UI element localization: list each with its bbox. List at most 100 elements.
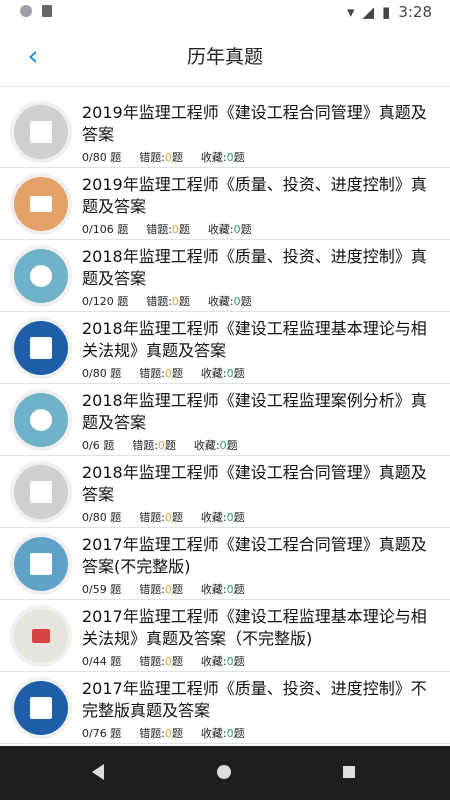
wrong-count: 错题:0题 bbox=[139, 655, 183, 668]
list-item-meta: 0/80 题错题:0题 收藏:0题 bbox=[82, 365, 263, 381]
nav-home-icon[interactable] bbox=[217, 765, 231, 779]
favorite-unit: 题 bbox=[233, 727, 245, 740]
list-item-title: 2017年监理工程师《建设工程监理基本理论与相关法规》真题及答案（不完整版) bbox=[82, 607, 427, 648]
wrong-unit: 题 bbox=[171, 151, 183, 164]
list-item-title: 2017年监理工程师《建设工程合同管理》真题及答案(不完整版) bbox=[82, 535, 427, 576]
favorite-value: 0 bbox=[233, 295, 241, 308]
icon-circle bbox=[14, 393, 68, 447]
favorite-unit: 题 bbox=[226, 439, 238, 452]
list-item-text: 2019年监理工程师《建设工程合同管理》真题及答案 bbox=[82, 102, 438, 146]
question-count: 0/76 题 bbox=[82, 727, 122, 740]
wrong-value: 0 bbox=[157, 439, 165, 452]
list-item-text: 2019年监理工程师《质量、投资、进度控制》真题及答案 bbox=[82, 174, 438, 218]
question-count: 0/120 题 bbox=[82, 295, 129, 308]
doc-icon bbox=[10, 101, 72, 163]
doc-icon bbox=[10, 461, 72, 523]
icon-glyph bbox=[32, 629, 50, 643]
icon-circle bbox=[14, 249, 68, 303]
wrong-count: 错题:0题 bbox=[139, 583, 183, 596]
list-item[interactable]: 2018年监理工程师《质量、投资、进度控制》真题及答案 0/120 题 错题: 0题收… bbox=[0, 240, 450, 312]
icon-glyph bbox=[30, 481, 52, 503]
list-item-title: 2018年监理工程师《建设工程合同管理》真题及答案 bbox=[82, 463, 427, 504]
icon-circle bbox=[14, 465, 68, 519]
wrong-value: 0 bbox=[164, 511, 172, 524]
list-item-meta: 0/59 题 错题:0题 收藏:0 题 bbox=[82, 581, 263, 597]
favorite-label: 收藏: bbox=[207, 295, 234, 308]
wrong-label: 错题: bbox=[146, 295, 172, 308]
edit-icon bbox=[10, 317, 72, 379]
eye-icon bbox=[10, 245, 72, 307]
list-item[interactable]: 2017年监理工程师《质量、投资、进度控制》不完整版真题及答案 0/76 题 错题:… bbox=[0, 672, 450, 744]
app-header: ‹ 历年真题 bbox=[0, 26, 450, 87]
favorite-label: 收藏: bbox=[200, 511, 227, 524]
list-item-meta: 0/120 题错题:0题 收藏:0题 bbox=[82, 293, 270, 309]
wrong-label: 错题: bbox=[139, 367, 165, 380]
exam-list: 2019年监理工程师《建设工程合同管理》真题及答案 0/80 题错题:0题 收藏:0… bbox=[0, 96, 450, 744]
favorite-unit: 题 bbox=[240, 295, 252, 308]
clipboard-icon bbox=[10, 533, 72, 595]
icon-circle bbox=[14, 105, 68, 159]
list-item[interactable]: 2019年监理工程师《质量、投资、进度控制》真题及答案 0/106 题 错题:0题 收… bbox=[0, 168, 450, 240]
wrong-label: 错题: bbox=[132, 439, 158, 452]
flag-icon bbox=[10, 605, 72, 667]
wrong-unit: 题 bbox=[178, 223, 190, 236]
wrong-label: 错题: bbox=[139, 511, 165, 524]
list-item-text: 2018年监理工程师《建设工程监理基本理论与相关法规》真题及答案 bbox=[82, 318, 438, 362]
wrong-value: 0 bbox=[171, 223, 179, 236]
favorite-count: 收藏:0题 bbox=[208, 223, 252, 236]
list-item[interactable]: 2018年监理工程师《建设工程监理基本理论与相关法规》真题及答案 0/80 题 错题… bbox=[0, 312, 450, 384]
wrong-count: 错题:0题 bbox=[146, 223, 190, 236]
list-item-text: 2017年监理工程师《质量、投资、进度控制》不完整版真题及答案 bbox=[82, 678, 438, 722]
question-count: 0/59 题 bbox=[82, 583, 122, 596]
list-item-meta: 0/80 题错题:0题 收藏:0题 bbox=[82, 149, 263, 165]
wrong-label: 错题: bbox=[139, 583, 165, 596]
favorite-value: 0 bbox=[226, 151, 234, 164]
list-item[interactable]: 2018年监理工程师《建设工程合同管理》真题及答案 0/80 题错题:0题 收藏:0… bbox=[0, 456, 450, 528]
favorite-unit: 题 bbox=[240, 223, 252, 236]
wrong-count: 错题:0题 bbox=[139, 511, 183, 524]
list-item[interactable]: 2017年监理工程师《建设工程合同管理》真题及答案(不完整版) 0/59 题 错题:… bbox=[0, 528, 450, 600]
wrong-unit: 题 bbox=[164, 439, 176, 452]
favorite-value: 0 bbox=[226, 511, 234, 524]
icon-circle bbox=[14, 537, 68, 591]
wrong-value: 0 bbox=[164, 727, 172, 740]
nav-recent-apps-icon[interactable] bbox=[343, 766, 355, 778]
nav-back-icon[interactable] bbox=[92, 764, 104, 780]
favorite-label: 收藏: bbox=[207, 223, 234, 236]
list-item[interactable]: 2019年监理工程师《建设工程合同管理》真题及答案 0/80 题错题:0题 收藏:0… bbox=[0, 96, 450, 168]
favorite-label: 收藏: bbox=[193, 439, 220, 452]
icon-circle bbox=[14, 177, 68, 231]
wrong-unit: 题 bbox=[171, 583, 183, 596]
question-count: 0/106 题 bbox=[82, 223, 129, 236]
wrong-label: 错题: bbox=[139, 727, 165, 740]
list-item-meta: 0/76 题错题:0题 收藏:0题 bbox=[82, 725, 263, 741]
icon-glyph bbox=[30, 337, 52, 359]
list-item-text: 2018年监理工程师《质量、投资、进度控制》真题及答案 bbox=[82, 246, 438, 290]
system-nav-bar bbox=[0, 746, 450, 800]
list-item-meta: 0/6 题错题:0题 收藏:0题 bbox=[82, 437, 256, 453]
favorite-value: 0 bbox=[233, 223, 241, 236]
list-item-title: 2018年监理工程师《质量、投资、进度控制》真题及答案 bbox=[82, 247, 427, 288]
icon-circle bbox=[14, 609, 68, 663]
favorite-unit: 题 bbox=[233, 655, 245, 668]
wrong-unit: 题 bbox=[171, 511, 183, 524]
list-item-title: 2018年监理工程师《建设工程监理案例分析》真题及答案 bbox=[82, 391, 427, 432]
favorite-label: 收藏: bbox=[200, 583, 227, 596]
list-item[interactable]: 2017年监理工程师《建设工程监理基本理论与相关法规》真题及答案（不完整版) 0/… bbox=[0, 600, 450, 672]
wrong-count: 错题:0题 bbox=[139, 151, 183, 164]
list-item-text: 2018年监理工程师《建设工程合同管理》真题及答案 bbox=[82, 462, 438, 506]
question-count: 0/80 题 bbox=[82, 367, 122, 380]
wifi-icon: ▾ bbox=[346, 3, 355, 21]
icon-circle bbox=[14, 681, 68, 735]
battery-icon: ▮ bbox=[382, 3, 391, 21]
icon-circle bbox=[14, 321, 68, 375]
wrong-count: 错题:0题 bbox=[139, 727, 183, 740]
favorite-unit: 题 bbox=[233, 511, 245, 524]
list-item[interactable]: 2018年监理工程师《建设工程监理案例分析》真题及答案 0/6 题错题:0题 收藏:… bbox=[0, 384, 450, 456]
status-time: 3:28 bbox=[398, 3, 432, 21]
wrong-value: 0 bbox=[164, 655, 172, 668]
wrong-count: 错题:0题 bbox=[132, 439, 176, 452]
favorite-value: 0 bbox=[226, 583, 234, 596]
wrong-value: 0 bbox=[164, 367, 172, 380]
favorite-unit: 题 bbox=[233, 151, 245, 164]
